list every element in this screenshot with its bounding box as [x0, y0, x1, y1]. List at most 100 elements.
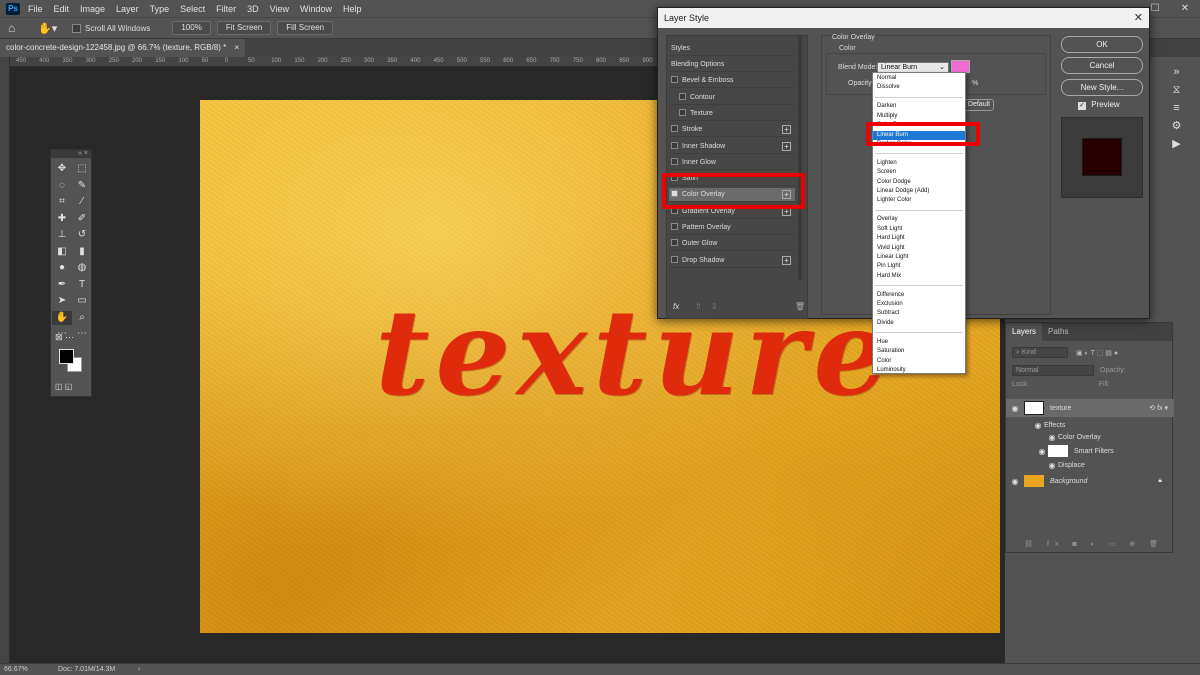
path-select-tool-icon[interactable]: ➤	[52, 294, 72, 309]
style-item-stroke[interactable]: Stroke +	[669, 123, 795, 138]
style-checkbox[interactable]	[679, 108, 686, 116]
menu-help[interactable]: Help	[343, 4, 362, 14]
eyedropper-tool-icon[interactable]: ⁄	[72, 195, 92, 210]
style-item-bevel-emboss[interactable]: Bevel & Emboss	[669, 74, 795, 89]
style-checkbox[interactable]	[679, 92, 686, 100]
style-item-outer-glow[interactable]: Outer Glow	[669, 237, 795, 252]
foreground-color-swatch[interactable]	[59, 349, 74, 364]
ok-button[interactable]: OK	[1061, 36, 1143, 53]
clone-stamp-tool-icon[interactable]: ⊥	[52, 228, 72, 243]
smart-filters-row[interactable]: ◉ Smart Filters	[1006, 443, 1174, 459]
blend-option[interactable]: Overlay	[873, 215, 965, 224]
style-checkbox[interactable]	[671, 223, 678, 230]
fx-icon[interactable]: ⟲ fx ▾	[1149, 404, 1168, 412]
dodge-tool-icon[interactable]: ◍	[72, 261, 92, 276]
blend-option[interactable]: Multiply	[873, 112, 965, 121]
blend-option[interactable]: Hard Mix	[873, 272, 965, 281]
style-item-drop-shadow[interactable]: Drop Shadow +	[669, 254, 795, 268]
zoom-100-button[interactable]: 100%	[172, 21, 211, 35]
lasso-tool-icon[interactable]: ◌	[52, 179, 72, 194]
properties-icon[interactable]: ⚙	[1153, 117, 1200, 135]
add-instance-icon[interactable]: +	[782, 255, 791, 265]
styles-header[interactable]: Styles	[669, 42, 795, 56]
delete-effect-icon[interactable]: 🗑︎	[795, 302, 805, 311]
gradient-tool-icon[interactable]: ▮	[72, 245, 92, 260]
close-tab-icon[interactable]: ×	[234, 43, 239, 52]
smart-filters-eye-icon[interactable]: ◉	[1036, 447, 1048, 456]
effects-eye-icon[interactable]: ◉	[1032, 421, 1044, 430]
zoom-level[interactable]: 66.67%	[4, 666, 28, 673]
layer-effects-row[interactable]: ◉ Effects	[1006, 419, 1174, 431]
style-item-texture[interactable]: Texture	[669, 107, 795, 121]
status-menu-icon[interactable]: ›	[138, 666, 140, 673]
menu-image[interactable]: Image	[80, 4, 105, 14]
preview-checkbox[interactable]: ✓	[1078, 102, 1086, 110]
style-checkbox[interactable]	[671, 239, 678, 247]
blend-option[interactable]: Pin Light	[873, 262, 965, 271]
hand-tool-icon[interactable]: ✋	[52, 310, 72, 325]
menu-layer[interactable]: Layer	[116, 4, 139, 14]
layer-kind-filter[interactable]: ⌕ Kind	[1012, 347, 1068, 358]
make-default-button[interactable]: Default	[964, 99, 994, 111]
style-item-blending-options[interactable]: Blending Options	[669, 58, 795, 72]
blend-option[interactable]: Difference	[873, 291, 965, 300]
marquee-tool-icon[interactable]: ⬚	[72, 162, 92, 177]
menu-file[interactable]: File	[28, 4, 43, 14]
blend-option[interactable]: Linear Light	[873, 253, 965, 262]
history-icon[interactable]: ⧖	[1153, 81, 1200, 99]
background-eye-icon[interactable]: ◉	[1006, 477, 1024, 486]
color-overlay-effect-row[interactable]: ◉ Color Overlay	[1006, 431, 1174, 443]
blend-option[interactable]: Hard Light	[873, 234, 965, 243]
menu-window[interactable]: Window	[300, 4, 332, 14]
style-checkbox[interactable]	[671, 157, 678, 165]
add-instance-icon[interactable]: +	[782, 141, 791, 151]
style-checkbox[interactable]	[671, 141, 678, 149]
style-checkbox[interactable]	[671, 125, 678, 133]
menu-edit[interactable]: Edit	[54, 4, 70, 14]
menu-view[interactable]: View	[270, 4, 289, 14]
menu-type[interactable]: Type	[150, 4, 170, 14]
fx-menu-icon[interactable]: fx	[673, 302, 679, 311]
blend-option[interactable]: Screen	[873, 168, 965, 177]
blend-option[interactable]: Color	[873, 357, 965, 366]
color-overlay-eye-icon[interactable]: ◉	[1046, 433, 1058, 442]
blend-option[interactable]: Dissolve	[873, 83, 965, 92]
eraser-tool-icon[interactable]: ◧	[52, 245, 72, 260]
screen-mode-icon[interactable]: ◫ ◱	[55, 382, 89, 392]
styles-scrollbar[interactable]	[798, 35, 802, 280]
layer-row-background[interactable]: ◉ Background 🔒︎	[1006, 472, 1174, 490]
blend-option[interactable]: Luminosity	[873, 366, 965, 375]
layer-row-texture[interactable]: ◉ texture ⟲ fx ▾	[1006, 399, 1174, 417]
zoom-tool-icon[interactable]: ⌕	[72, 311, 92, 326]
blend-option[interactable]: Exclusion	[873, 300, 965, 309]
scroll-all-windows-checkbox[interactable]	[72, 23, 81, 33]
filter-icons[interactable]: ▣ ◐ T ⬚ ▤ ●	[1076, 349, 1118, 357]
type-tool-icon[interactable]: T	[72, 278, 92, 293]
style-item-contour[interactable]: Contour	[669, 91, 795, 105]
blend-option[interactable]: Saturation	[873, 347, 965, 356]
style-item-inner-glow[interactable]: Inner Glow	[669, 156, 795, 170]
actions-icon[interactable]: ▶	[1153, 135, 1200, 153]
blend-option[interactable]: Soft Light	[873, 225, 965, 234]
history-brush-tool-icon[interactable]: ↺	[72, 228, 92, 243]
blend-option[interactable]: Color Dodge	[873, 178, 965, 187]
cancel-button[interactable]: Cancel	[1061, 57, 1143, 74]
blend-option[interactable]: Linear Dodge (Add)	[873, 187, 965, 196]
pen-tool-icon[interactable]: ✒	[52, 278, 72, 293]
fill-screen-button[interactable]: Fill Screen	[277, 21, 334, 35]
fit-screen-button[interactable]: Fit Screen	[216, 21, 272, 35]
close-window-button[interactable]: ✕	[1170, 0, 1200, 17]
dock-collapse-icon[interactable]: »	[1153, 63, 1200, 81]
blend-option[interactable]: Normal	[873, 74, 965, 83]
blend-option[interactable]: Lighten	[873, 159, 965, 168]
menu-filter[interactable]: Filter	[216, 4, 236, 14]
style-item-inner-shadow[interactable]: Inner Shadow +	[669, 140, 795, 154]
menu-3d[interactable]: 3D	[247, 4, 259, 14]
move-down-icon[interactable]: ⇩	[711, 302, 718, 311]
new-style-button[interactable]: New Style...	[1061, 79, 1143, 96]
move-tool-icon[interactable]: ✥	[52, 162, 72, 177]
blend-option[interactable]: Lighter Color	[873, 196, 965, 205]
tools-panel-header[interactable]: « ×	[51, 150, 91, 158]
blur-tool-icon[interactable]: ●	[52, 261, 72, 276]
quick-mask-icon[interactable]: ⊠ ⋯	[55, 332, 89, 342]
